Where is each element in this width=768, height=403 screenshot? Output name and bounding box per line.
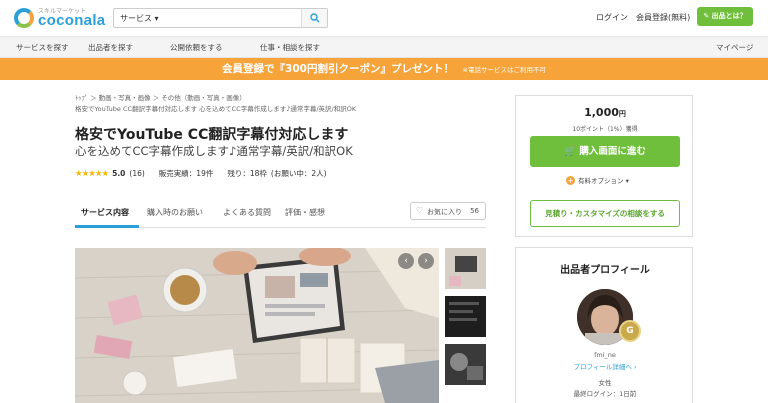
active-tab-indicator <box>75 225 139 228</box>
sell-about-button[interactable]: ✎ 出品とは？ <box>697 7 753 26</box>
nav-find-jobs[interactable]: 仕事・相談を探す <box>260 42 320 53</box>
thumbnail-photo <box>445 248 486 289</box>
next-image-button[interactable]: › <box>418 253 434 269</box>
service-stats: ★★★★★ 5.0 (16) 販売実績：19件 残り：18枠 (お願い中：2人) <box>75 168 331 179</box>
search-button[interactable] <box>301 9 327 27</box>
nav-find-sellers[interactable]: 出品者を探す <box>88 42 133 53</box>
favorite-label: お気に入り <box>427 208 462 216</box>
signup-link[interactable]: 会員登録(無料) <box>636 12 690 23</box>
profile-heading: 出品者プロフィール <box>560 265 650 276</box>
thumbnail-1[interactable] <box>445 248 486 289</box>
remaining-slots: 残り：18枠 <box>227 169 267 178</box>
logo-text: coconala <box>38 12 106 29</box>
seller-profile-box: 出品者プロフィール G fmi_ne プロフィール詳細へ › 女性 最終ログイン… <box>515 247 693 403</box>
heart-icon: ♡ <box>416 206 424 215</box>
nav-mypage[interactable]: マイページ <box>716 42 753 53</box>
coconala-logo[interactable]: スキルマーケット coconala <box>14 5 114 31</box>
search-bar: サービス ▾ <box>113 8 328 28</box>
thumbnail-3[interactable] <box>445 344 486 385</box>
logo-icon <box>14 8 34 28</box>
main-nav: サービスを探す 出品者を探す 公開依頼をする 仕事・相談を探す マイページ <box>0 36 768 58</box>
search-category-select[interactable]: サービス ▾ <box>120 13 159 24</box>
site-header: スキルマーケット coconala サービス ▾ ログイン 会員登録(無料) ✎… <box>0 0 768 36</box>
review-count[interactable]: (16) <box>129 169 144 178</box>
thumbnail-photo <box>445 344 486 385</box>
tab-reviews[interactable]: 評価・感想 <box>285 207 325 218</box>
thumbnail-2[interactable] <box>445 296 486 337</box>
gold-rank-badge: G <box>619 320 641 342</box>
tab-faq[interactable]: よくある質問 <box>223 207 271 218</box>
purchase-button[interactable]: 🛒 購入画面に進む <box>530 136 680 167</box>
nav-find-services[interactable]: サービスを探す <box>16 42 69 53</box>
estimate-consult-button[interactable]: 見積り・カスタマイズの相談をする <box>530 200 680 227</box>
workspace-photo <box>75 248 439 403</box>
service-title: 格安でYouTube CC翻訳字幕付対応します <box>75 127 349 143</box>
requests-count: (お願い中：2人) <box>270 169 327 178</box>
purchase-box: 1,000円 10ポイント（1%）獲得 🛒 購入画面に進む + 有料オプション ▾… <box>515 95 693 237</box>
thumbnail-photo <box>445 296 486 337</box>
paid-option-toggle[interactable]: + 有料オプション ▾ <box>566 175 629 185</box>
sales-count: 販売実績：19件 <box>158 169 214 178</box>
rating-stars-icon: ★★★★★ <box>75 168 109 179</box>
breadcrumb-current: 格安でYouTube CC翻訳字幕付対応します 心を込めてCC字幕作成します♪通… <box>75 105 357 113</box>
price: 1,000円 <box>584 106 626 119</box>
breadcrumb[interactable]: ﾄｯﾌﾟ ＞ 動画・写真・画像 ＞ その他（動画・写真・画像） <box>75 92 246 102</box>
search-icon <box>310 13 320 23</box>
nav-post-request[interactable]: 公開依頼をする <box>170 42 223 53</box>
favorite-button[interactable]: ♡ お気に入り 56 <box>410 202 486 220</box>
banner-main-text: 会員登録で『300円割引クーポン』プレゼント！ <box>222 63 454 75</box>
favorite-count: 56 <box>470 207 479 215</box>
seller-username[interactable]: fmi_ne <box>516 351 694 359</box>
banner-note: ※電話サービスはご利用不可 <box>462 66 546 74</box>
service-main-image[interactable] <box>75 248 439 403</box>
last-login: 最終ログイン：1日前 <box>573 390 637 398</box>
plus-icon: + <box>566 176 575 185</box>
tab-purchase-notes[interactable]: 購入時のお願い <box>147 207 203 218</box>
rating-value: 5.0 <box>112 169 126 178</box>
service-subtitle: 心を込めてCC字幕作成します♪通常字幕/英訳/和訳OK <box>75 144 353 158</box>
profile-detail-link[interactable]: プロフィール詳細へ › <box>516 361 694 371</box>
seller-gender: 女性 <box>598 379 612 387</box>
coupon-banner[interactable]: 会員登録で『300円割引クーポン』プレゼント！ ※電話サービスはご利用不可 <box>0 58 768 80</box>
tab-service-content[interactable]: サービス内容 <box>81 207 129 218</box>
points-earned: 10ポイント（1%）獲得 <box>572 126 638 133</box>
login-link[interactable]: ログイン <box>596 12 628 23</box>
prev-image-button[interactable]: ‹ <box>398 253 414 269</box>
